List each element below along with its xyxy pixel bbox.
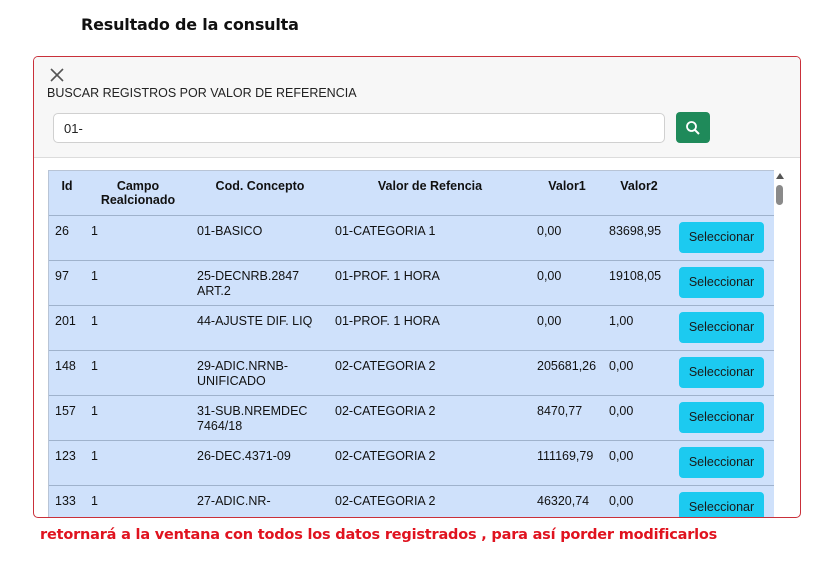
cell-id: 26 [49, 215, 85, 261]
table-row: 26 1 01-BASICO 01-CATEGORIA 1 0,00 83698… [49, 215, 775, 261]
cell-id: 123 [49, 440, 85, 486]
cell-valor2: 1,00 [603, 305, 675, 351]
cell-valor2: 0,00 [603, 350, 675, 396]
cell-valor1: 8470,77 [531, 395, 603, 441]
cell-valor2: 19108,05 [603, 260, 675, 306]
cell-valor-referencia: 02-CATEGORIA 2 [329, 350, 531, 396]
cell-valor-referencia: 01-CATEGORIA 1 [329, 215, 531, 261]
scroll-thumb[interactable] [776, 185, 783, 205]
results-table: Id Campo Realcionado Cod. Concepto Valor… [49, 171, 775, 517]
cell-action: Seleccionar [675, 260, 775, 306]
table-row: 133 1 27-ADIC.NR- 02-CATEGORIA 2 46320,7… [49, 485, 775, 517]
select-button[interactable]: Seleccionar [679, 492, 764, 517]
select-button[interactable]: Seleccionar [679, 357, 764, 388]
cell-action: Seleccionar [675, 305, 775, 351]
cell-id: 201 [49, 305, 85, 351]
cell-cod-concepto: 31-SUB.NREMDEC 7464/18 [191, 395, 329, 441]
cell-id: 97 [49, 260, 85, 306]
reference-search-input[interactable] [53, 113, 665, 143]
cell-valor-referencia: 02-CATEGORIA 2 [329, 440, 531, 486]
dialog-title: BUSCAR REGISTROS POR VALOR DE REFERENCIA [47, 86, 357, 100]
table-row: 97 1 25-DECNRB.2847 ART.2 01-PROF. 1 HOR… [49, 260, 775, 306]
cell-cod-concepto: 44-AJUSTE DIF. LIQ [191, 305, 329, 351]
cell-action: Seleccionar [675, 395, 775, 441]
close-icon[interactable] [46, 64, 68, 86]
cell-valor-referencia: 01-PROF. 1 HORA [329, 260, 531, 306]
cell-campo: 1 [85, 215, 191, 261]
select-button[interactable]: Seleccionar [679, 222, 764, 253]
cell-valor2: 0,00 [603, 395, 675, 441]
cell-valor1: 46320,74 [531, 485, 603, 517]
page-heading: Resultado de la consulta [81, 15, 299, 34]
header-campo-relacionado: Campo Realcionado [85, 171, 191, 216]
scroll-up-icon[interactable] [776, 173, 784, 179]
cell-cod-concepto: 29-ADIC.NRNB-UNIFICADO [191, 350, 329, 396]
cell-valor-referencia: 02-CATEGORIA 2 [329, 395, 531, 441]
header-action [675, 171, 775, 216]
cell-valor1: 0,00 [531, 215, 603, 261]
cell-valor1: 0,00 [531, 305, 603, 351]
cell-campo: 1 [85, 305, 191, 351]
cell-campo: 1 [85, 440, 191, 486]
cell-valor1: 205681,26 [531, 350, 603, 396]
cell-valor2: 0,00 [603, 440, 675, 486]
select-button[interactable]: Seleccionar [679, 402, 764, 433]
cell-campo: 1 [85, 260, 191, 306]
cell-cod-concepto: 27-ADIC.NR- [191, 485, 329, 517]
cell-id: 133 [49, 485, 85, 517]
cell-valor1: 111169,79 [531, 440, 603, 486]
header-cod-concepto: Cod. Concepto [191, 171, 329, 216]
search-button[interactable] [676, 112, 710, 143]
cell-campo: 1 [85, 485, 191, 517]
cell-valor2: 83698,95 [603, 215, 675, 261]
table-row: 201 1 44-AJUSTE DIF. LIQ 01-PROF. 1 HORA… [49, 305, 775, 351]
select-button[interactable]: Seleccionar [679, 312, 764, 343]
cell-campo: 1 [85, 350, 191, 396]
results-table-container[interactable]: Id Campo Realcionado Cod. Concepto Valor… [48, 170, 776, 517]
search-dialog: BUSCAR REGISTROS POR VALOR DE REFERENCIA [33, 56, 801, 518]
cell-valor-referencia: 01-PROF. 1 HORA [329, 305, 531, 351]
cell-id: 157 [49, 395, 85, 441]
cell-cod-concepto: 25-DECNRB.2847 ART.2 [191, 260, 329, 306]
table-row: 123 1 26-DEC.4371-09 02-CATEGORIA 2 1111… [49, 440, 775, 486]
header-id: Id [49, 171, 85, 216]
cell-action: Seleccionar [675, 440, 775, 486]
header-valor-referencia: Valor de Refencia [329, 171, 531, 216]
search-icon [686, 120, 700, 135]
cell-valor-referencia: 02-CATEGORIA 2 [329, 485, 531, 517]
cell-valor1: 0,00 [531, 260, 603, 306]
table-row: 157 1 31-SUB.NREMDEC 7464/18 02-CATEGORI… [49, 395, 775, 441]
table-row: 148 1 29-ADIC.NRNB-UNIFICADO 02-CATEGORI… [49, 350, 775, 396]
select-button[interactable]: Seleccionar [679, 447, 764, 478]
table-scrollbar[interactable] [774, 170, 786, 517]
cell-action: Seleccionar [675, 350, 775, 396]
header-valor2: Valor2 [603, 171, 675, 216]
cell-valor2: 0,00 [603, 485, 675, 517]
select-button[interactable]: Seleccionar [679, 267, 764, 298]
cell-cod-concepto: 01-BASICO [191, 215, 329, 261]
cell-campo: 1 [85, 395, 191, 441]
cell-action: Seleccionar [675, 485, 775, 517]
cell-action: Seleccionar [675, 215, 775, 261]
cell-id: 148 [49, 350, 85, 396]
header-valor1: Valor1 [531, 171, 603, 216]
footer-note: retornará a la ventana con todos los dat… [40, 527, 830, 549]
cell-cod-concepto: 26-DEC.4371-09 [191, 440, 329, 486]
dialog-header: BUSCAR REGISTROS POR VALOR DE REFERENCIA [34, 57, 800, 158]
table-header-row: Id Campo Realcionado Cod. Concepto Valor… [49, 171, 775, 216]
